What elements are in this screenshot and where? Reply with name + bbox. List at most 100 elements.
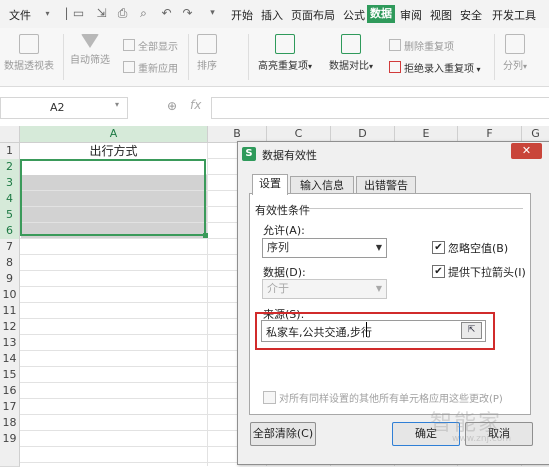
chevron-down-icon: ▾ <box>523 62 528 71</box>
file-menu[interactable]: 文件 <box>9 7 31 23</box>
app-logo-icon: S <box>242 147 256 161</box>
tab-insert[interactable]: 插入 <box>261 7 283 23</box>
save-icon[interactable]: ▭ <box>72 7 85 20</box>
split-columns-button[interactable]: 分列▾ <box>503 34 527 72</box>
gridline <box>207 143 208 466</box>
highlight-duplicates-icon <box>275 34 295 54</box>
row-header[interactable]: 19 <box>0 431 20 448</box>
remove-duplicates-button[interactable]: 删除重复项 <box>389 38 454 53</box>
dropdown-arrow-icon: ▼ <box>375 243 382 252</box>
row-header[interactable]: 7 <box>0 239 20 256</box>
criteria-label: 有效性条件 <box>255 204 310 217</box>
chevron-down-icon: ▾ <box>308 62 313 71</box>
print-icon[interactable]: ⎙ <box>116 7 129 20</box>
row-header[interactable]: 17 <box>0 399 20 416</box>
row-header[interactable]: 4 <box>0 191 20 208</box>
reapply-button[interactable]: 重新应用 <box>123 60 178 75</box>
row-header[interactable] <box>0 447 20 467</box>
reject-duplicates-button[interactable]: 拒绝录入重复项 ▾ <box>389 60 481 75</box>
data-compare-button[interactable]: 数据对比▾ <box>329 34 373 72</box>
row-header[interactable]: 11 <box>0 303 20 320</box>
chevron-down-icon: ▾ <box>369 62 374 71</box>
fill-handle[interactable] <box>203 233 208 238</box>
row-header[interactable]: 3 <box>0 175 20 192</box>
row-header[interactable]: 8 <box>0 255 20 272</box>
close-icon[interactable]: ✕ <box>511 143 542 159</box>
undo-icon[interactable]: ↶ <box>160 7 173 20</box>
tab-settings[interactable]: 设置 <box>252 174 288 195</box>
tab-developer[interactable]: 开发工具 <box>492 7 536 23</box>
show-all-button[interactable]: 全部显示 <box>123 38 178 53</box>
reapply-icon <box>123 61 135 73</box>
tab-data[interactable]: 数据 <box>367 5 395 23</box>
row-header[interactable]: 5 <box>0 207 20 224</box>
sort-button[interactable]: 排序 <box>197 34 217 72</box>
dialog-title: 数据有效性 <box>262 149 317 162</box>
clear-all-button[interactable]: 全部清除(C) <box>250 422 316 446</box>
ribbon-separator <box>494 34 495 80</box>
cell-reference: A2 <box>50 101 65 114</box>
reject-duplicates-icon <box>389 61 401 73</box>
row-header[interactable]: 10 <box>0 287 20 304</box>
chevron-down-icon[interactable]: ▾ <box>41 7 54 20</box>
ignore-blank-label: 忽略空值(B) <box>448 242 509 255</box>
dropdown-arrow-icon: ▼ <box>375 284 382 293</box>
tab-view[interactable]: 视图 <box>430 7 452 23</box>
ribbon-separator <box>63 34 64 80</box>
print-preview-icon[interactable]: ⌕ <box>137 7 150 20</box>
row-header[interactable]: 18 <box>0 415 20 432</box>
data-label: 数据(D): <box>263 266 306 279</box>
row-header[interactable]: 6 <box>0 223 20 240</box>
ignore-blank-checkbox[interactable]: ✔ <box>432 241 445 254</box>
row-header[interactable]: 1 <box>0 143 20 160</box>
autofilter-button[interactable]: 自动筛选 <box>70 34 110 66</box>
tab-security[interactable]: 安全 <box>460 7 482 23</box>
in-cell-dropdown-label: 提供下拉箭头(I) <box>448 266 526 279</box>
formula-input[interactable] <box>211 97 549 119</box>
cell-a1[interactable]: 出行方式 <box>20 143 207 159</box>
tab-input-message[interactable]: 输入信息 <box>290 176 354 194</box>
row-header[interactable]: 16 <box>0 383 20 400</box>
tab-review[interactable]: 审阅 <box>400 7 422 23</box>
annotation-highlight <box>255 312 495 350</box>
menu-bar: 文件 ▾ | ▭ ⇲ ⎙ ⌕ ↶ ↷ ▾ 开始 插入 页面布局 公式 数据 审阅… <box>0 0 549 28</box>
pivot-table-icon <box>19 34 39 54</box>
row-header[interactable]: 2 <box>0 159 20 176</box>
tab-home[interactable]: 开始 <box>231 7 253 23</box>
zoom-icon[interactable]: ⊕ <box>167 99 177 113</box>
divider <box>305 208 523 209</box>
select-all-corner[interactable] <box>0 126 20 143</box>
ribbon: 数据透视表 自动筛选 全部显示 重新应用 排序 高亮重复项▾ 数据对比▾ 删除重… <box>0 28 549 87</box>
row-header[interactable]: 9 <box>0 271 20 288</box>
highlight-duplicates-button[interactable]: 高亮重复项▾ <box>258 34 312 72</box>
row-header[interactable]: 13 <box>0 335 20 352</box>
allow-select[interactable]: 序列 ▼ <box>262 238 387 258</box>
chevron-down-icon[interactable]: ▾ <box>115 100 119 109</box>
data-select[interactable]: 介于 ▼ <box>262 279 387 299</box>
ribbon-separator <box>248 34 249 80</box>
customize-chevron-icon[interactable]: ▾ <box>206 7 219 20</box>
remove-duplicates-icon <box>389 39 401 51</box>
column-header-a[interactable]: A <box>20 126 208 143</box>
in-cell-dropdown-checkbox[interactable]: ✔ <box>432 265 445 278</box>
tab-error-alert[interactable]: 出错警告 <box>356 176 416 194</box>
tab-page-layout[interactable]: 页面布局 <box>291 7 335 23</box>
watermark-url: www.znj.com <box>452 434 512 444</box>
row-header[interactable]: 15 <box>0 367 20 384</box>
redo-icon[interactable]: ↷ <box>181 7 194 20</box>
pivot-table-button[interactable]: 数据透视表 <box>4 34 54 72</box>
apply-all-checkbox[interactable] <box>263 391 276 404</box>
ribbon-separator <box>188 34 189 80</box>
row-header[interactable]: 14 <box>0 351 20 368</box>
allow-select-value: 序列 <box>267 241 289 254</box>
data-compare-icon <box>341 34 361 54</box>
export-icon[interactable]: ⇲ <box>95 7 108 20</box>
row-header[interactable]: 12 <box>0 319 20 336</box>
show-all-icon <box>123 39 135 51</box>
split-columns-icon <box>505 34 525 54</box>
sort-icon <box>197 34 217 54</box>
fx-icon[interactable]: fx <box>190 98 201 112</box>
apply-all-label: 对所有同样设置的其他所有单元格应用这些更改(P) <box>279 394 503 405</box>
data-select-value: 介于 <box>267 282 289 295</box>
tab-formula[interactable]: 公式 <box>343 7 365 23</box>
